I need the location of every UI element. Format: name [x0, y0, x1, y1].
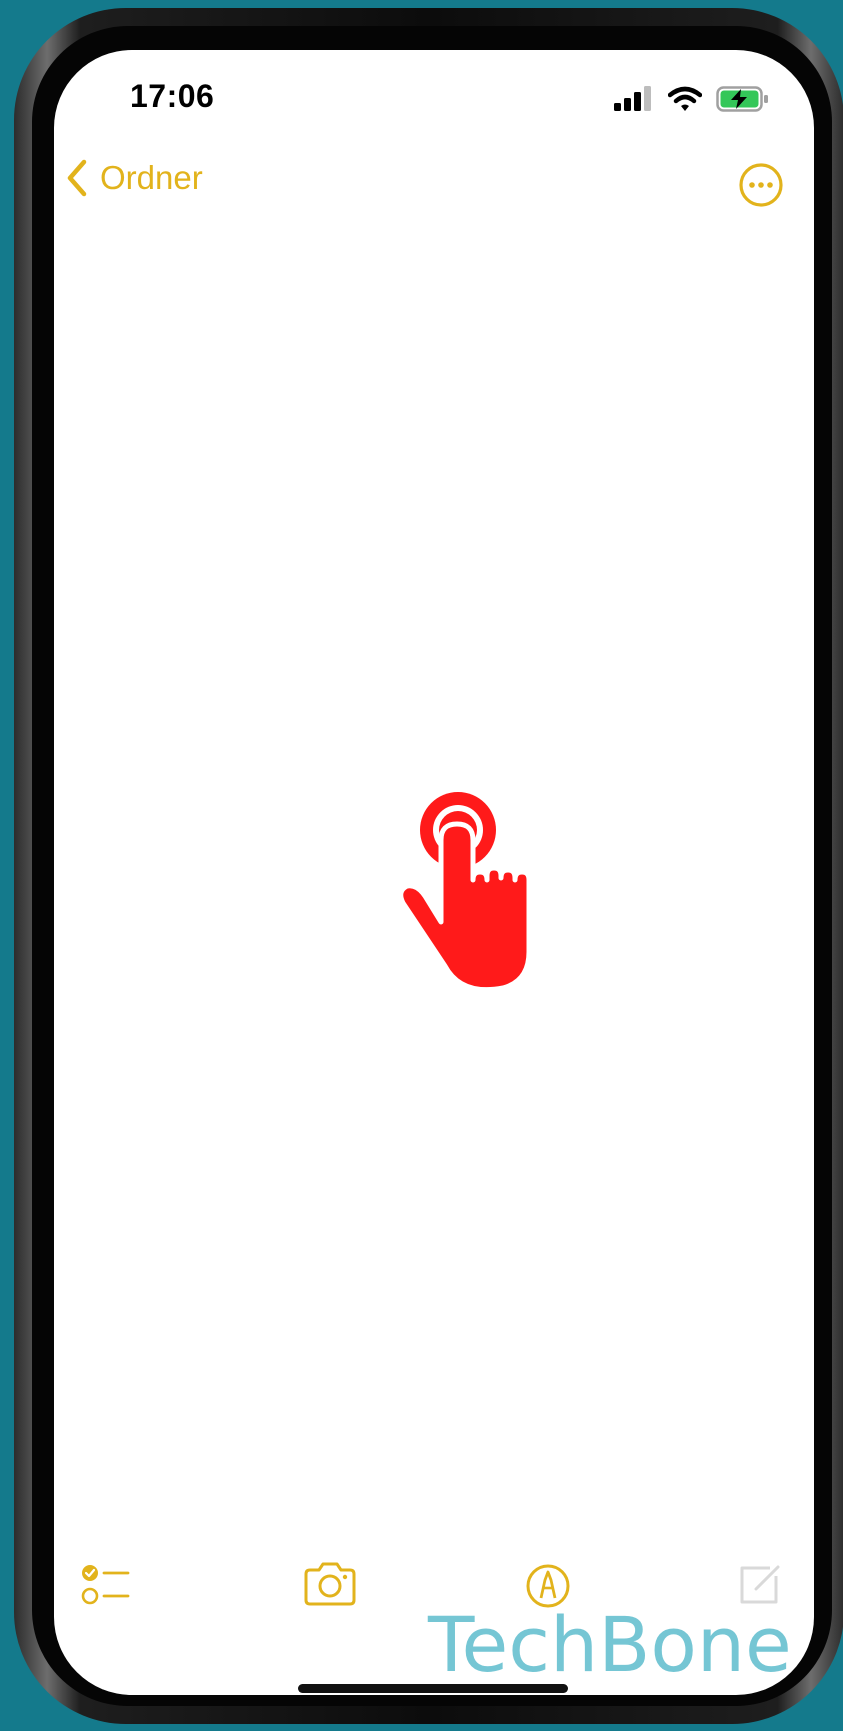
wifi-icon — [668, 86, 702, 111]
status-time: 17:06 — [130, 78, 215, 114]
status-icons — [614, 86, 770, 112]
checklist-icon[interactable] — [80, 1562, 132, 1608]
camera-icon[interactable] — [302, 1562, 358, 1606]
tap-hand-icon — [398, 792, 532, 993]
techbone-watermark: TechBone — [428, 1600, 792, 1689]
ellipsis-circle-icon[interactable] — [738, 162, 784, 208]
battery-charging-icon — [716, 86, 768, 112]
notes-screen: 17:06 Ordner — [54, 50, 814, 1695]
cellular-signal-icon — [614, 86, 651, 111]
chevron-left-icon — [67, 159, 87, 197]
home-indicator[interactable] — [298, 1684, 568, 1693]
back-to-folders-button[interactable]: Ordner — [64, 158, 203, 198]
back-button-label: Ordner — [100, 159, 203, 196]
